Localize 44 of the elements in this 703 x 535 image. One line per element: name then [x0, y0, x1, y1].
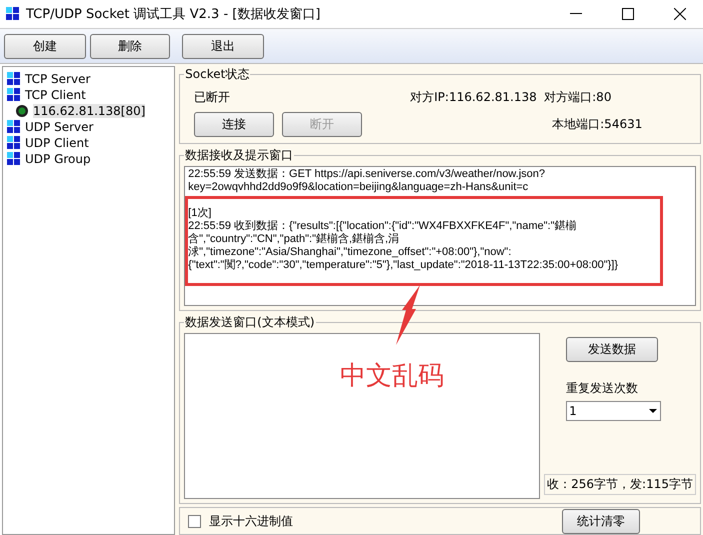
log-line: 浗","timezone":"Asia/Shanghai","timezone_offset":"+08:00"},"now": [188, 246, 512, 259]
hex-label: 显示十六进制值 [209, 512, 294, 530]
repeat-dropdown[interactable]: 1 [566, 401, 662, 421]
close-icon[interactable] [674, 8, 686, 20]
byte-stats: 收：256字节，发:115字节 [544, 474, 696, 495]
connection-state: 已断开 [194, 88, 232, 106]
node-icon [7, 72, 21, 86]
log-line: key=2owqvhhd2dd9o9f9&location=beijing&language=zh-Hans&unit=c [188, 181, 530, 194]
reset-stats-button[interactable]: 统计清零 [562, 508, 640, 534]
toolbar-button[interactable]: 创建 [4, 34, 86, 58]
node-icon [7, 120, 21, 134]
node-icon [7, 152, 21, 166]
tree-item[interactable]: UDP Group [25, 152, 91, 166]
remote-ip: 对方IP:116.62.81.138 [410, 88, 538, 106]
toolbar-button[interactable]: 退出 [182, 34, 264, 58]
log-line: 22:55:59 收到数据：{"results":[{"location":{"id":"WX4FBXXFKE4F","name":"鍖椾 [188, 220, 578, 233]
tree-item[interactable]: 116.62.81.138[80] [33, 104, 146, 118]
local-port: 本地端口:54631 [552, 116, 642, 132]
node-icon [7, 136, 21, 150]
log-line: 22:55:59 发送数据：GET https://api.seniverse.com/v3/weather/now.json? [188, 168, 546, 181]
node-icon [7, 88, 21, 102]
tree-item[interactable]: TCP Client [25, 88, 86, 102]
send-input-field[interactable] [184, 333, 540, 499]
app-logo-icon [6, 7, 20, 21]
socket-button[interactable]: 连接 [194, 112, 274, 136]
minimize-icon[interactable] [570, 13, 582, 15]
log-line: 含","country":"CN","path":"鍖椾含,鍖椾含,涓 [188, 233, 400, 246]
annotation-label: 中文乱码 [340, 360, 444, 393]
toolbar-button[interactable]: 删除 [90, 34, 170, 58]
remote-port: 对方端口:80 [544, 88, 612, 106]
window-title: TCP/UDP Socket 调试工具 V2.3 - [数据收发窗口] [26, 6, 322, 23]
log-line: [1次] [188, 207, 212, 220]
hex-checkbox[interactable] [188, 514, 202, 528]
group-title: Socket状态 [184, 66, 250, 83]
maximize-icon[interactable] [622, 8, 634, 20]
log-line: {"text":"闃?,"code":"30","temperature":"5"},"last_update":"2018-11-13T22:35:00+08:00"}]} [188, 259, 620, 272]
tree-item[interactable]: TCP Server [25, 72, 90, 86]
status-light-icon [15, 104, 29, 118]
group-title: 数据接收及提示窗口 [184, 147, 294, 164]
group-title: 数据发送窗口(文本模式) [184, 314, 316, 331]
repeat-label: 重复发送次数 [566, 380, 640, 397]
tree-item[interactable]: UDP Server [25, 120, 94, 134]
tree-item[interactable]: UDP Client [25, 136, 89, 150]
send-button[interactable]: 发送数据 [566, 337, 658, 362]
